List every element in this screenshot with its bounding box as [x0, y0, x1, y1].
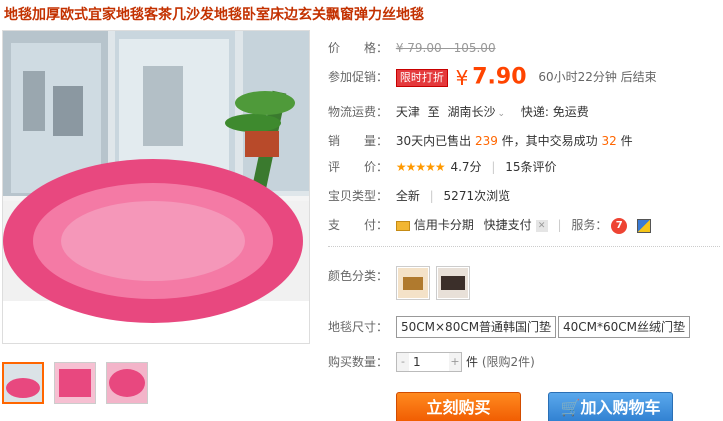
sales-middle: 件，其中交易成功 [501, 134, 598, 148]
thumbnail-image [4, 364, 42, 402]
credit-card-icon [395, 220, 410, 231]
quantity-label: 购买数量： [328, 355, 389, 369]
size-option-2[interactable]: 40CM*60CM丝绒门垫 [558, 316, 691, 338]
type-label: 宝贝类型： [328, 189, 389, 203]
shipping-label: 物流运费： [328, 105, 389, 119]
buy-now-button[interactable]: 立刻购买 [396, 392, 521, 421]
original-price: ¥ 79.00 - 105.00 [395, 41, 496, 55]
sales-label: 销 量： [328, 134, 389, 148]
shipping-separator: 至 [427, 105, 440, 119]
thumbnail-1[interactable] [2, 362, 44, 404]
quantity-row: 购买数量： [328, 352, 392, 372]
add-to-cart-label: 加入购物车 [580, 398, 661, 417]
sales-row: 销 量： 30天内已售出 239 件，其中交易成功 32 件 [328, 131, 633, 151]
quantity-info: 件 (限购2件) [466, 352, 535, 372]
price-label: 价 格： [328, 41, 389, 55]
size-option-1[interactable]: 50CM×80CM普通韩国门垫 [396, 316, 557, 338]
thumbnail-2[interactable] [54, 362, 96, 404]
section-divider [328, 246, 720, 247]
rating-label: 评 价： [328, 160, 389, 174]
payment-divider: | [557, 218, 562, 232]
main-product-image[interactable] [2, 30, 310, 344]
color-row: 颜色分类： [328, 266, 392, 286]
payment-row: 支 付： 信用卡分期 快捷支付 ✕ | 服务： 7 [328, 215, 652, 235]
promo-countdown: 60小时22分钟 后结束 [538, 70, 657, 84]
cart-icon: 🛒 [560, 398, 581, 417]
type-divider: | [429, 189, 434, 203]
sales-success-count: 32 [601, 134, 617, 148]
size-label: 地毯尺寸： [328, 320, 389, 334]
color-swatch-image [438, 268, 468, 298]
type-views: 5271次浏览 [443, 189, 511, 203]
credit-label: 信用卡分期 [413, 218, 474, 232]
sales-sold-count: 239 [474, 134, 498, 148]
type-row: 宝贝类型： 全新 | 5271次浏览 [328, 186, 510, 206]
color-option-2[interactable] [436, 266, 470, 300]
promo-tag: 限时打折 [395, 68, 448, 87]
promo-price: 7.90 [472, 64, 527, 90]
quantity-plus-button[interactable]: + [449, 353, 461, 371]
guarantee-icon[interactable] [637, 218, 652, 233]
add-to-cart-button[interactable]: 🛒加入购物车 [548, 392, 673, 421]
service-label: 服务： [571, 218, 608, 232]
product-title: 地毯加厚欧式宜家地毯客茶几沙发地毯卧室床边玄关飘窗弹力丝地毯 [4, 7, 424, 23]
quantity-limit: (限购2件) [481, 355, 535, 369]
rating-divider: | [491, 160, 496, 174]
sales-prefix: 30天内已售出 [395, 134, 472, 148]
sales-suffix: 件 [620, 134, 633, 148]
payment-label: 支 付： [328, 218, 389, 232]
rug-photo [3, 31, 309, 343]
shipping-express: 快递: 免运费 [520, 105, 589, 119]
price-row: 价 格： ¥ 79.00 - 105.00 [328, 38, 496, 58]
size-row: 地毯尺寸： [328, 317, 392, 337]
color-option-1[interactable] [396, 266, 430, 300]
thumbnail-3[interactable] [106, 362, 148, 404]
promo-label: 参加促销： [328, 70, 389, 84]
quick-pay-label: 快捷支付 [483, 218, 532, 232]
thumbnail-image [55, 363, 95, 403]
shipping-destination: 湖南长沙 [447, 105, 496, 119]
shipping-from: 天津 [395, 105, 420, 119]
color-label: 颜色分类： [328, 269, 389, 283]
color-swatch-image [398, 268, 428, 298]
rating-row: 评 价： ★★★★★ 4.7分 | 15条评价 [328, 157, 557, 177]
thumbnail-image [107, 363, 147, 403]
quantity-unit: 件 [466, 355, 479, 369]
quick-pay-option[interactable]: 快捷支付 ✕ [484, 218, 548, 232]
chevron-down-icon: ⌄ [497, 109, 506, 119]
shipping-destination-selector[interactable]: 湖南长沙 ⌄ [448, 105, 509, 119]
promo-currency: ¥ [455, 65, 469, 90]
type-condition: 全新 [395, 189, 420, 203]
star-rating-icon: ★★★★★ [395, 160, 446, 174]
reviews-link[interactable]: 15条评价 [505, 160, 556, 174]
quantity-stepper: - 1 + [396, 352, 462, 372]
quantity-minus-button[interactable]: - [397, 353, 409, 371]
shipping-row: 物流运费： 天津 至 湖南长沙 ⌄ 快递: 免运费 [328, 102, 589, 122]
seven-day-return-icon[interactable]: 7 [611, 217, 628, 234]
rating-score: 4.7分 [450, 160, 482, 174]
quantity-input[interactable]: 1 [409, 353, 449, 371]
credit-card-installment[interactable]: 信用卡分期 [395, 218, 474, 232]
promo-row: 参加促销： 限时打折 ¥ 7.90 60小时22分钟 后结束 [328, 64, 657, 90]
expand-icon: ✕ [535, 219, 548, 232]
